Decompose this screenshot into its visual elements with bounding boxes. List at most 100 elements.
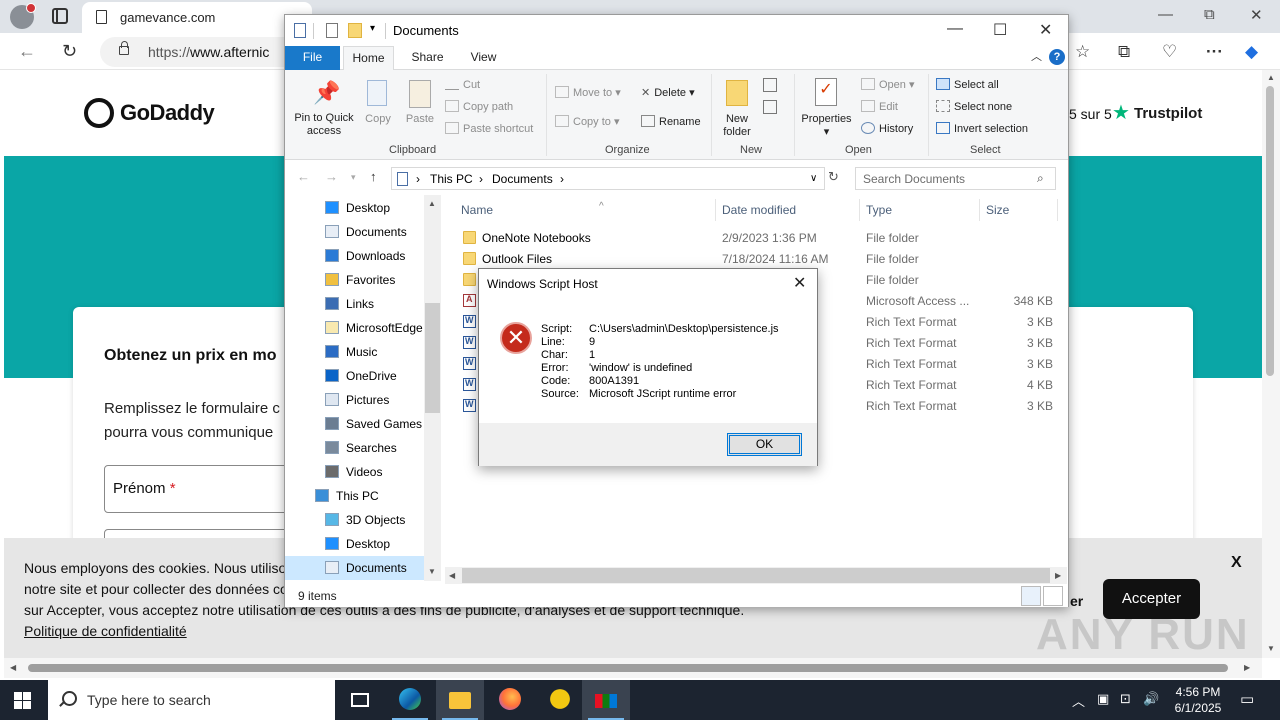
copy-button[interactable]: Copy (361, 113, 395, 126)
scroll-down-icon[interactable]: ▼ (1267, 644, 1275, 653)
more-options-icon[interactable]: ··· (1206, 42, 1223, 62)
new-item-icon[interactable] (763, 78, 777, 92)
nav-item[interactable]: Desktop (285, 196, 425, 220)
explorer-close-button[interactable]: ✕ (1039, 20, 1052, 40)
nav-item[interactable]: Saved Games (285, 412, 425, 436)
scroll-left-icon[interactable]: ◀ (10, 663, 16, 672)
lock-icon[interactable] (119, 41, 129, 55)
rename-button[interactable]: Rename (641, 115, 701, 128)
paste-shortcut-button[interactable]: Paste shortcut (445, 122, 533, 135)
godaddy-logo-icon[interactable] (84, 98, 114, 128)
delete-button[interactable]: ✕ Delete ▾ (641, 86, 695, 99)
open-button[interactable]: Open ▾ (861, 78, 915, 91)
breadcrumb-this-pc[interactable]: This PC (430, 172, 473, 186)
search-documents-input[interactable]: Search Documents ⌕ (855, 167, 1056, 190)
task-view-button[interactable] (336, 680, 384, 720)
device-icon[interactable]: ▣ (1097, 691, 1109, 707)
large-icons-view-icon[interactable] (1043, 586, 1063, 606)
address-box[interactable]: › This PC › Documents › ∨ (391, 167, 825, 190)
nav-item[interactable]: Videos (285, 460, 425, 484)
breadcrumb-documents[interactable]: Documents (492, 172, 553, 186)
invert-selection-button[interactable]: Invert selection (936, 122, 1028, 135)
cookie-preferences-button[interactable]: er (1070, 593, 1083, 609)
properties-quick-icon[interactable] (326, 23, 338, 38)
horizontal-scroll-thumb[interactable] (28, 664, 1228, 672)
address-dropdown-icon[interactable]: ∨ (810, 173, 817, 184)
tab-actions-icon[interactable] (52, 8, 68, 24)
copy-path-button[interactable]: Copy path (445, 100, 513, 113)
nav-item[interactable]: OneDrive (285, 364, 425, 388)
nav-item[interactable]: Searches (285, 436, 425, 460)
explorer-app-icon[interactable] (294, 23, 306, 38)
details-view-icon[interactable] (1021, 586, 1041, 606)
taskbar-file-explorer[interactable] (436, 680, 484, 720)
collapse-ribbon-icon[interactable]: ︿ (1031, 48, 1042, 64)
cut-button[interactable]: Cut (445, 78, 480, 91)
file-list-horizontal-scrollbar[interactable]: ◀ ▶ (445, 567, 1067, 584)
volume-icon[interactable]: 🔊 (1143, 691, 1159, 707)
move-to-button[interactable]: Move to ▾ (555, 86, 621, 99)
copilot-icon[interactable]: ◆ (1245, 42, 1258, 62)
forward-arrow-icon[interactable]: → (325, 169, 338, 184)
tab-view[interactable]: View (461, 46, 506, 70)
search-icon[interactable]: ⌕ (1037, 171, 1044, 186)
paste-button[interactable]: Paste (403, 113, 437, 126)
dialog-close-button[interactable]: ✕ (793, 273, 806, 293)
restore-button[interactable]: ⧉ (1204, 6, 1215, 23)
copy-to-button[interactable]: Copy to ▾ (555, 115, 620, 128)
nav-item[interactable]: Desktop (285, 532, 425, 556)
taskbar-script-host[interactable] (582, 680, 630, 720)
file-row[interactable]: Outlook Files 7/18/2024 11:16 AM File fold… (443, 249, 1063, 270)
new-folder-quick-icon[interactable] (348, 23, 362, 38)
refresh-folder-icon[interactable]: ↻ (828, 169, 839, 185)
browser-essentials-icon[interactable]: ♡ (1162, 42, 1177, 62)
easy-access-icon[interactable] (763, 100, 777, 114)
back-icon[interactable]: ← (18, 41, 36, 62)
show-hidden-icons-icon[interactable]: ︿ (1072, 691, 1085, 710)
notifications-icon[interactable]: ▭ (1240, 690, 1254, 708)
pin-to-quick-access-button[interactable]: Pin to Quick access (289, 112, 359, 138)
profile-icon[interactable] (10, 3, 36, 29)
file-scroll-right-icon[interactable]: ▶ (1055, 571, 1061, 580)
nav-item[interactable]: Pictures (285, 388, 425, 412)
back-arrow-icon[interactable]: ← (297, 169, 310, 184)
file-list-scroll-thumb[interactable] (462, 568, 1050, 583)
cookie-close-button[interactable]: X (1231, 554, 1242, 572)
column-header-date[interactable]: Date modified (722, 203, 796, 217)
minimize-button[interactable]: — (1158, 6, 1173, 23)
refresh-icon[interactable]: ↻ (62, 41, 77, 62)
start-button[interactable] (14, 692, 31, 709)
nav-item[interactable]: Downloads (285, 244, 425, 268)
tab-file[interactable]: File (285, 46, 340, 70)
nav-scroll-down-icon[interactable]: ▼ (428, 567, 436, 576)
taskbar-firefox[interactable] (486, 680, 534, 720)
scroll-right-icon[interactable]: ▶ (1244, 663, 1250, 672)
file-row[interactable]: OneNote Notebooks 2/9/2023 1:36 PM File fo… (443, 228, 1063, 249)
file-scroll-left-icon[interactable]: ◀ (449, 571, 455, 580)
edit-button[interactable]: Edit (861, 100, 898, 113)
properties-button[interactable]: Properties ▾ (799, 113, 854, 139)
scroll-up-icon[interactable]: ▲ (1267, 73, 1275, 82)
nav-item[interactable]: Documents (285, 556, 425, 580)
browser-tab[interactable]: gamevance.com (82, 2, 312, 33)
network-icon[interactable]: ⊡ (1120, 691, 1131, 707)
vertical-scroll-thumb[interactable] (1266, 86, 1274, 376)
nav-item[interactable]: Music (285, 340, 425, 364)
privacy-policy-link[interactable]: Politique de confidentialité (24, 623, 187, 639)
nav-item[interactable]: MicrosoftEdge (285, 316, 425, 340)
address-bar[interactable]: https://www.afternic (100, 37, 300, 67)
explorer-minimize-button[interactable]: — (947, 20, 963, 38)
column-header-size[interactable]: Size (986, 203, 1009, 217)
column-header-name[interactable]: Name ^ (461, 201, 604, 217)
collections-icon[interactable]: ⧉ (1118, 42, 1130, 62)
page-horizontal-scrollbar[interactable]: ◀ ▶ (4, 658, 1262, 678)
nav-scroll-thumb[interactable] (425, 303, 440, 413)
nav-item[interactable]: 3D Objects (285, 508, 425, 532)
nav-scroll-up-icon[interactable]: ▲ (428, 199, 436, 208)
godaddy-logo-text[interactable]: GoDaddy (120, 100, 215, 126)
nav-item[interactable]: Documents (285, 220, 425, 244)
tab-home[interactable]: Home (343, 46, 394, 71)
close-button[interactable]: ✕ (1250, 6, 1263, 24)
select-all-button[interactable]: Select all (936, 78, 999, 91)
nav-item[interactable]: This PC (285, 484, 425, 508)
